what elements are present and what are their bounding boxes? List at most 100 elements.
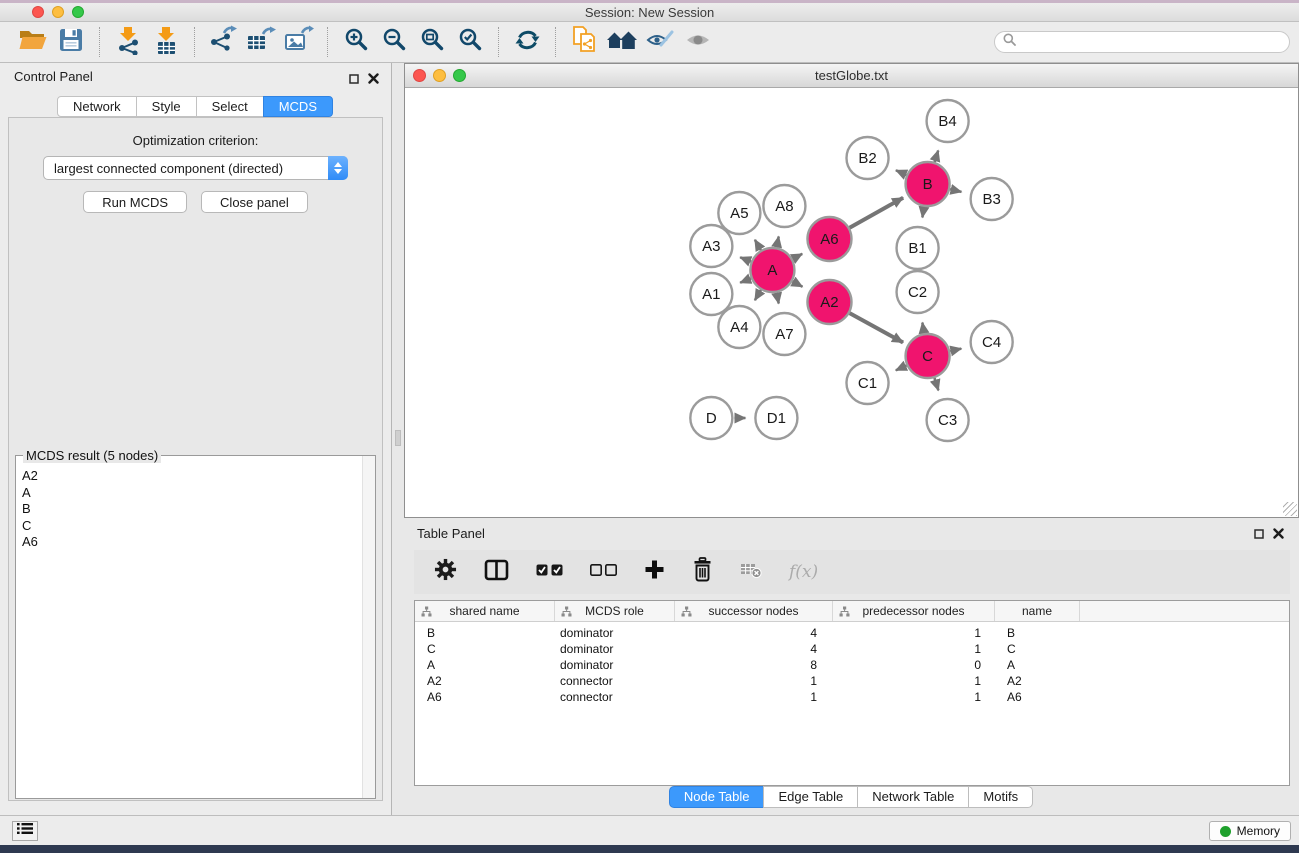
column-view-button[interactable] — [484, 559, 509, 586]
edge-A-A6[interactable] — [793, 254, 803, 259]
node-C1[interactable]: C1 — [846, 362, 888, 404]
run-mcds-button[interactable]: Run MCDS — [83, 191, 187, 213]
edge-C-C3[interactable] — [934, 378, 938, 390]
control-panel-tab[interactable]: MCDS — [263, 96, 333, 117]
edge-A-A3[interactable] — [740, 257, 751, 261]
table-row[interactable]: A dominator 8 0 A — [415, 657, 1289, 673]
import-network-button[interactable] — [109, 25, 147, 59]
minimize-window-button[interactable] — [52, 6, 64, 18]
control-panel-tab[interactable]: Style — [136, 96, 197, 117]
refresh-layout-button[interactable] — [508, 25, 546, 59]
search-input[interactable] — [1021, 33, 1289, 51]
node-B4[interactable]: B4 — [927, 100, 969, 142]
table-column-header[interactable]: MCDS role — [555, 601, 675, 621]
float-panel-icon[interactable] — [349, 71, 359, 89]
edge-A-A5[interactable] — [755, 240, 761, 250]
table-column-header[interactable]: predecessor nodes — [833, 601, 995, 621]
close-panel-button[interactable]: Close panel — [201, 191, 308, 213]
network-close-button[interactable] — [413, 69, 426, 82]
close-window-button[interactable] — [32, 6, 44, 18]
node-C2[interactable]: C2 — [897, 271, 939, 313]
clone-network-button[interactable] — [565, 25, 603, 59]
criterion-dropdown[interactable]: largest connected component (directed) — [43, 156, 348, 180]
edge-B-B2[interactable] — [896, 170, 907, 175]
node-A6[interactable]: A6 — [807, 217, 851, 261]
node-C3[interactable]: C3 — [927, 399, 969, 441]
zoom-in-button[interactable] — [337, 25, 375, 59]
mcds-result-item[interactable]: C — [16, 518, 375, 535]
table-column-header[interactable]: name — [995, 601, 1080, 621]
network-canvas[interactable]: B4B2BB3A5A8A6B1A3AC2A1A2A4A7C4CC1C3DD1 — [405, 88, 1298, 517]
node-C[interactable]: C — [906, 334, 950, 378]
mcds-result-item[interactable]: A — [16, 485, 375, 502]
node-B2[interactable]: B2 — [846, 137, 888, 179]
hide-graphics-details-button[interactable] — [641, 25, 679, 59]
export-table-button[interactable] — [242, 25, 280, 59]
table-column-header[interactable]: successor nodes — [675, 601, 833, 621]
node-A2[interactable]: A2 — [807, 280, 851, 324]
node-A5[interactable]: A5 — [718, 192, 760, 234]
export-image-button[interactable] — [280, 25, 318, 59]
node-C4[interactable]: C4 — [971, 321, 1013, 363]
task-history-button[interactable] — [12, 821, 38, 841]
show-graphics-details-button[interactable] — [679, 25, 717, 59]
import-table-button[interactable] — [147, 25, 185, 59]
control-panel-tab[interactable]: Network — [57, 96, 137, 117]
open-session-button[interactable] — [14, 25, 52, 59]
node-B1[interactable]: B1 — [897, 227, 939, 269]
table-tab[interactable]: Motifs — [968, 786, 1033, 808]
edge-A-A8[interactable] — [777, 237, 779, 248]
edge-A6-B[interactable] — [850, 198, 904, 228]
edge-A-A7[interactable] — [777, 293, 779, 304]
table-row[interactable]: B dominator 4 1 B — [415, 625, 1289, 641]
node-A[interactable]: A — [750, 248, 794, 292]
table-row[interactable]: C dominator 4 1 C — [415, 641, 1289, 657]
delete-columns-button[interactable] — [692, 557, 713, 587]
export-network-button[interactable] — [204, 25, 242, 59]
vertical-splitter-handle[interactable] — [395, 430, 401, 446]
function-builder-button[interactable]: f(x) — [789, 562, 818, 582]
result-list-scrollbar[interactable] — [362, 456, 375, 798]
edge-B-B4[interactable] — [935, 151, 939, 163]
edge-A-A2[interactable] — [793, 281, 803, 287]
float-table-panel-icon[interactable] — [1254, 526, 1264, 544]
edge-A2-C[interactable] — [850, 313, 903, 342]
add-column-button[interactable] — [644, 559, 665, 585]
reset-views-button[interactable] — [603, 25, 641, 59]
node-D[interactable]: D — [690, 397, 732, 439]
zoom-selected-button[interactable] — [451, 25, 489, 59]
zoom-window-button[interactable] — [72, 6, 84, 18]
edge-C-C2[interactable] — [922, 323, 924, 334]
node-D1[interactable]: D1 — [755, 397, 797, 439]
edge-B-B1[interactable] — [922, 207, 924, 218]
node-B3[interactable]: B3 — [971, 178, 1013, 220]
table-column-header[interactable]: shared name — [415, 601, 555, 621]
mcds-result-item[interactable]: A6 — [16, 534, 375, 551]
table-row[interactable]: A2 connector 1 1 A2 — [415, 673, 1289, 689]
memory-button[interactable]: Memory — [1209, 821, 1291, 841]
network-zoom-button[interactable] — [453, 69, 466, 82]
edge-A-A4[interactable] — [755, 290, 761, 300]
control-panel-tab[interactable]: Select — [196, 96, 264, 117]
edge-C-C1[interactable] — [896, 365, 907, 370]
node-A3[interactable]: A3 — [690, 225, 732, 267]
edge-C-C4[interactable] — [950, 349, 961, 352]
table-tab[interactable]: Node Table — [669, 786, 765, 808]
node-A4[interactable]: A4 — [718, 306, 760, 348]
table-row[interactable]: A6 connector 1 1 A6 — [415, 689, 1289, 705]
network-minimize-button[interactable] — [433, 69, 446, 82]
edge-A-A1[interactable] — [740, 278, 751, 282]
node-B[interactable]: B — [906, 162, 950, 206]
save-session-button[interactable] — [52, 25, 90, 59]
node-A7[interactable]: A7 — [763, 313, 805, 355]
mcds-result-item[interactable]: B — [16, 501, 375, 518]
zoom-out-button[interactable] — [375, 25, 413, 59]
select-all-columns-button[interactable] — [536, 563, 563, 581]
destroy-table-button[interactable] — [740, 561, 762, 584]
node-A8[interactable]: A8 — [763, 185, 805, 227]
window-resize-grip[interactable] — [1283, 502, 1297, 516]
unselect-all-columns-button[interactable] — [590, 563, 617, 581]
close-panel-icon[interactable] — [368, 71, 379, 89]
close-table-panel-icon[interactable] — [1273, 526, 1284, 544]
search-field[interactable] — [994, 31, 1290, 53]
